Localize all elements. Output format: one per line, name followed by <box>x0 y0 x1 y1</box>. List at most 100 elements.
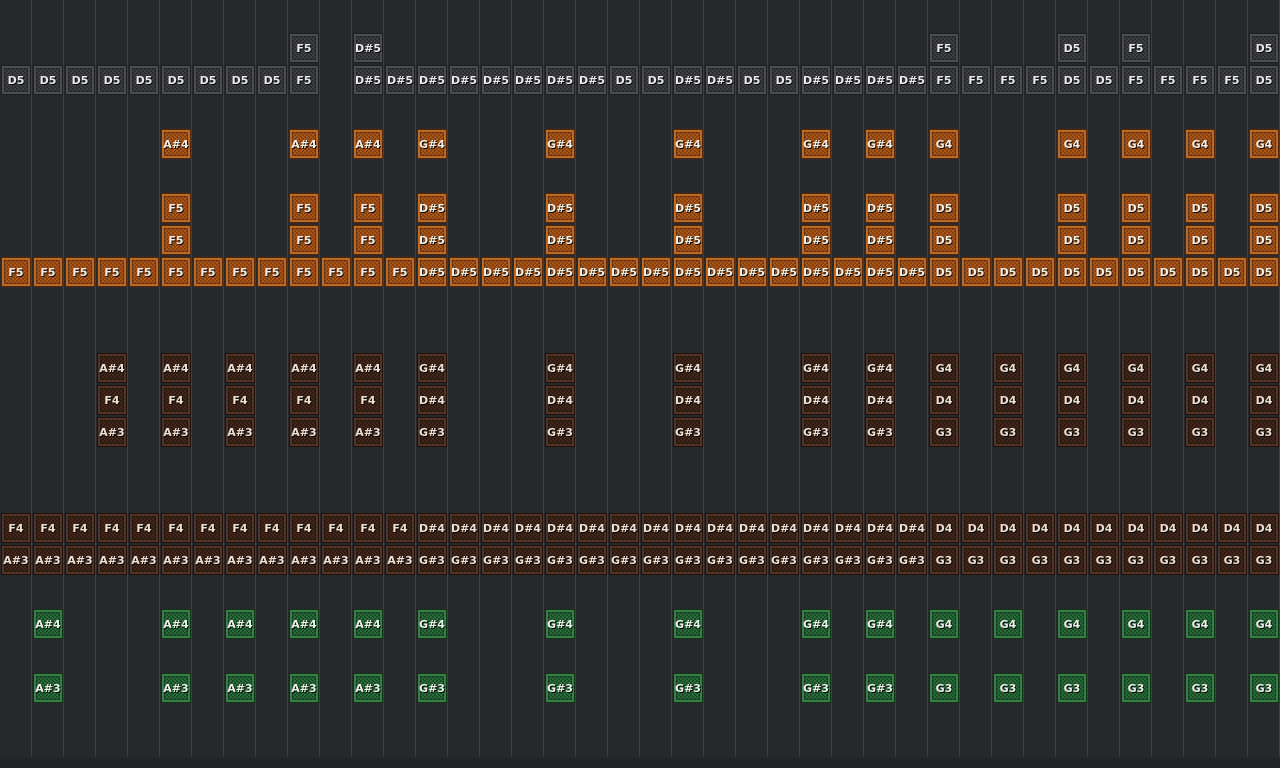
note-block[interactable]: D4 <box>1121 513 1151 543</box>
note-block[interactable]: A#3 <box>33 545 63 575</box>
note-block[interactable]: D#5 <box>449 65 479 95</box>
note-block[interactable]: D#5 <box>545 225 575 255</box>
note-block[interactable]: A#3 <box>289 417 319 447</box>
note-block[interactable]: D#5 <box>897 65 927 95</box>
note-block[interactable]: D4 <box>1185 385 1215 415</box>
note-block[interactable]: F5 <box>289 65 319 95</box>
note-block[interactable]: G#3 <box>609 545 639 575</box>
note-block[interactable]: G#3 <box>865 673 895 703</box>
note-block[interactable]: D4 <box>1249 385 1279 415</box>
note-block[interactable]: D4 <box>929 385 959 415</box>
note-block[interactable]: A#4 <box>289 609 319 639</box>
note-block[interactable]: G4 <box>1057 609 1087 639</box>
note-block[interactable]: D#5 <box>673 225 703 255</box>
note-block[interactable]: D5 <box>65 65 95 95</box>
note-block[interactable]: G4 <box>993 609 1023 639</box>
note-block[interactable]: A#4 <box>161 609 191 639</box>
note-block[interactable]: G#3 <box>641 545 671 575</box>
note-block[interactable]: G3 <box>1185 673 1215 703</box>
note-block[interactable]: G3 <box>929 673 959 703</box>
note-block[interactable]: D#5 <box>577 65 607 95</box>
note-block[interactable]: D5 <box>641 65 671 95</box>
note-block[interactable]: D4 <box>1089 513 1119 543</box>
note-block[interactable]: D5 <box>929 257 959 287</box>
note-block[interactable]: D5 <box>1057 225 1087 255</box>
note-block[interactable]: G#3 <box>673 417 703 447</box>
note-block[interactable]: D#5 <box>545 193 575 223</box>
note-block[interactable]: G#4 <box>417 609 447 639</box>
note-block[interactable]: G3 <box>929 545 959 575</box>
note-block[interactable]: D#5 <box>865 65 895 95</box>
note-block[interactable]: D5 <box>1121 193 1151 223</box>
note-block[interactable]: D5 <box>257 65 287 95</box>
note-block[interactable]: G3 <box>993 417 1023 447</box>
note-block[interactable]: D#4 <box>417 385 447 415</box>
note-block[interactable]: D#5 <box>673 65 703 95</box>
note-block[interactable]: A#3 <box>225 417 255 447</box>
note-block[interactable]: G3 <box>1025 545 1055 575</box>
note-block[interactable]: F4 <box>161 385 191 415</box>
note-block[interactable]: F5 <box>1025 65 1055 95</box>
note-block[interactable]: G#4 <box>545 129 575 159</box>
note-block[interactable]: D4 <box>929 513 959 543</box>
note-block[interactable]: F5 <box>289 193 319 223</box>
note-block[interactable]: D#5 <box>353 33 383 63</box>
note-block[interactable]: G3 <box>1249 545 1279 575</box>
note-block[interactable]: D4 <box>1153 513 1183 543</box>
note-block[interactable]: G4 <box>1185 609 1215 639</box>
note-block[interactable]: D4 <box>961 513 991 543</box>
note-block[interactable]: D5 <box>33 65 63 95</box>
note-block[interactable]: G#4 <box>673 353 703 383</box>
note-block[interactable]: F5 <box>1121 65 1151 95</box>
note-block[interactable]: D5 <box>1057 33 1087 63</box>
note-block[interactable]: G4 <box>1057 353 1087 383</box>
note-block[interactable]: D#4 <box>577 513 607 543</box>
note-block[interactable]: F5 <box>33 257 63 287</box>
note-block[interactable]: G#3 <box>449 545 479 575</box>
note-block[interactable]: G#4 <box>673 609 703 639</box>
note-block[interactable]: D4 <box>1217 513 1247 543</box>
note-block[interactable]: F5 <box>353 257 383 287</box>
note-block[interactable]: A#4 <box>161 129 191 159</box>
note-block[interactable]: D5 <box>929 193 959 223</box>
note-block[interactable]: F5 <box>257 257 287 287</box>
note-block[interactable]: G4 <box>1249 129 1279 159</box>
note-block[interactable]: D#5 <box>449 257 479 287</box>
note-block[interactable]: G4 <box>929 609 959 639</box>
note-block[interactable]: D5 <box>1057 193 1087 223</box>
note-block[interactable]: A#4 <box>289 353 319 383</box>
note-block[interactable]: G3 <box>1185 545 1215 575</box>
note-block[interactable]: D5 <box>193 65 223 95</box>
note-block[interactable]: D5 <box>1 65 31 95</box>
note-block[interactable]: F5 <box>161 225 191 255</box>
note-block[interactable]: G#3 <box>513 545 543 575</box>
note-block[interactable]: D5 <box>769 65 799 95</box>
note-block[interactable]: F5 <box>353 193 383 223</box>
note-block[interactable]: D#5 <box>673 193 703 223</box>
note-block[interactable]: D#5 <box>417 257 447 287</box>
note-block[interactable]: F4 <box>97 513 127 543</box>
note-block[interactable]: F4 <box>193 513 223 543</box>
note-block[interactable]: A#4 <box>225 609 255 639</box>
note-block[interactable]: D5 <box>1057 65 1087 95</box>
note-block[interactable]: G3 <box>993 673 1023 703</box>
note-block[interactable]: D#5 <box>801 257 831 287</box>
note-block[interactable]: D4 <box>1025 513 1055 543</box>
note-block[interactable]: D4 <box>1057 385 1087 415</box>
note-block[interactable]: D#4 <box>545 513 575 543</box>
note-block[interactable]: D#5 <box>801 193 831 223</box>
note-block[interactable]: G#4 <box>417 353 447 383</box>
note-block[interactable]: D5 <box>161 65 191 95</box>
note-block[interactable]: G#3 <box>801 545 831 575</box>
note-block[interactable]: F5 <box>385 257 415 287</box>
note-block[interactable]: D#4 <box>641 513 671 543</box>
note-block[interactable]: F5 <box>1185 65 1215 95</box>
note-block[interactable]: D5 <box>961 257 991 287</box>
note-block[interactable]: G#4 <box>673 129 703 159</box>
note-block[interactable]: G4 <box>1057 129 1087 159</box>
note-block[interactable]: F4 <box>257 513 287 543</box>
note-block[interactable]: D#5 <box>705 65 735 95</box>
note-block[interactable]: D5 <box>225 65 255 95</box>
note-block[interactable]: D#5 <box>673 257 703 287</box>
note-block[interactable]: G3 <box>1089 545 1119 575</box>
